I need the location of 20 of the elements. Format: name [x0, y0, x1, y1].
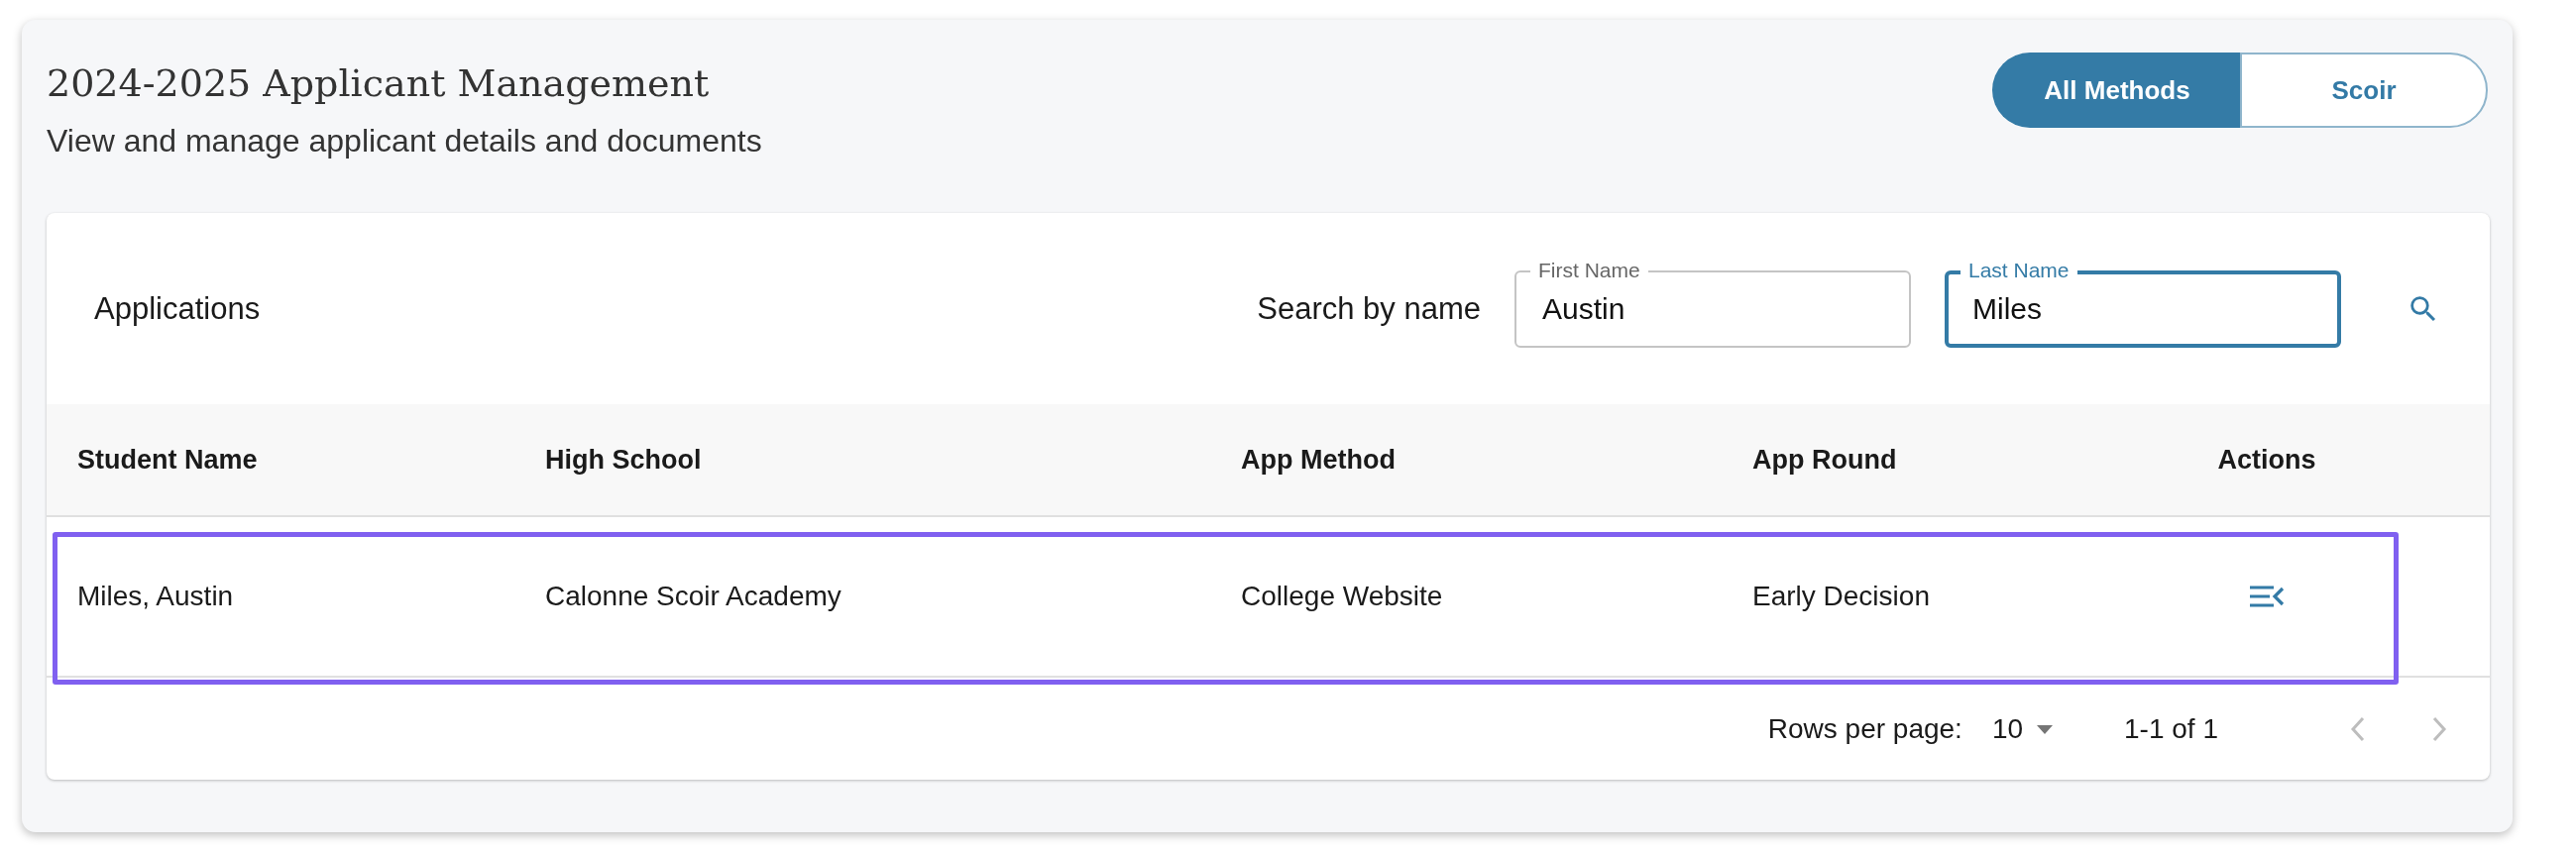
list-actions-icon[interactable] — [2248, 583, 2286, 610]
column-header: Student Name — [76, 444, 259, 476]
method-toggle-button[interactable]: Scoir — [2240, 53, 2488, 128]
table-cell-text: Miles, Austin — [76, 581, 235, 612]
page-title: 2024-2025 Applicant Management — [47, 61, 711, 105]
column-header: Actions — [2216, 444, 2317, 476]
search-label: Search by name — [1257, 290, 1481, 327]
caret-icon[interactable] — [2035, 723, 2056, 735]
column-header: High School — [545, 444, 703, 476]
method-toggle-button[interactable]: All Methods — [1992, 53, 2240, 128]
table-cell-text: College Website — [1241, 581, 1444, 612]
rows-per-page-label: Rows per page: — [1767, 713, 1962, 745]
page-range: 1-1 of 1 — [2124, 713, 2218, 745]
card-title: Applications — [94, 290, 261, 327]
page-subtitle: View and manage applicant details and documents — [47, 123, 762, 160]
rows-per-page-select[interactable]: 10 — [1991, 713, 2056, 745]
table-cell-text: Early Decision — [1752, 581, 1931, 612]
table-cell-text: Calonne Scoir Academy — [545, 581, 842, 612]
column-header: App Method — [1241, 444, 1397, 476]
column-header: App Round — [1752, 444, 1898, 476]
